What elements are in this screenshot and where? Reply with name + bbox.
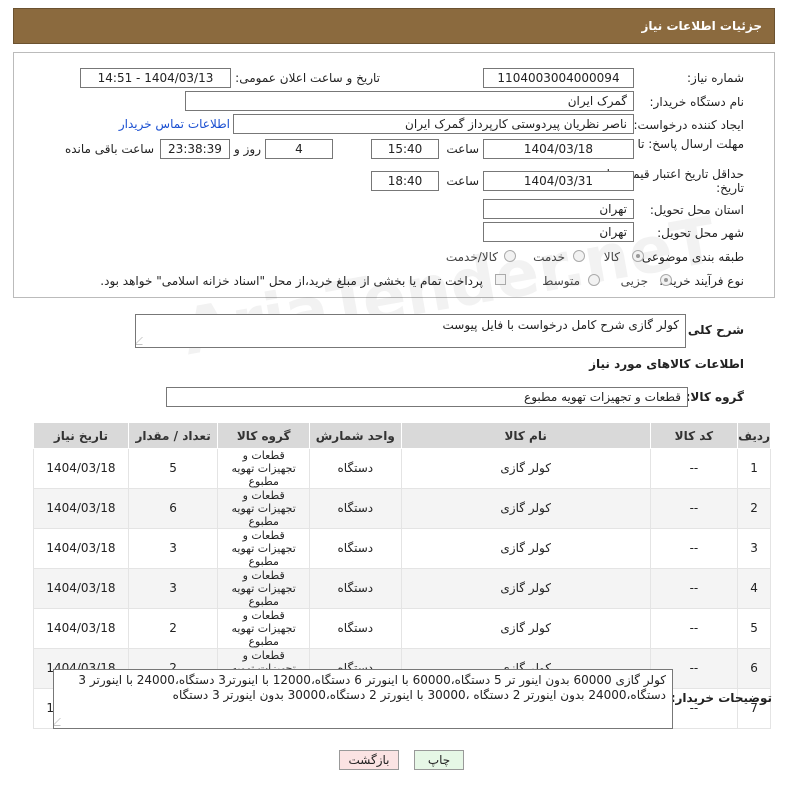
back-button[interactable]: بازگشت — [339, 750, 399, 770]
deadline-time-field: 15:40 — [371, 139, 439, 159]
summary-textarea: کولر گازی شرح کامل درخواست با فایل پیوست — [135, 314, 686, 348]
cell-unit: دستگاه — [309, 528, 402, 569]
cell-unit: دستگاه — [309, 448, 402, 489]
validity-date-field: 1404/03/31 — [483, 171, 634, 191]
col-date: تاریخ نیاز — [33, 422, 129, 449]
province-label: استان محل تحویل: — [649, 203, 744, 217]
page-header: جزئیات اطلاعات نیاز — [13, 8, 775, 44]
announce-field: 1404/03/13 - 14:51 — [80, 68, 231, 88]
cell-group: قطعات و تجهیزات تهویه مطبوع — [217, 488, 310, 529]
cell-name: کولر گازی — [400, 488, 651, 529]
category-radio-goods-service[interactable] — [504, 250, 516, 262]
cell-name: کولر گازی — [400, 528, 651, 569]
cell-quantity: 2 — [127, 608, 219, 649]
print-button[interactable]: چاپ — [414, 750, 464, 770]
process-radio-medium[interactable] — [588, 274, 600, 286]
cell-code: -- — [649, 528, 739, 569]
table-header-row: ردیف کد کالا نام کالا واحد شمارش گروه کا… — [33, 422, 771, 449]
cell-unit: دستگاه — [309, 608, 402, 649]
city-label: شهر محل تحویل: — [657, 226, 744, 240]
deadline-date-field: 1404/03/18 — [483, 139, 634, 159]
cell-quantity: 5 — [127, 448, 219, 489]
buyer-contact-link[interactable]: اطلاعات تماس خریدار — [119, 117, 230, 131]
cell-quantity: 3 — [127, 568, 219, 609]
resize-grip[interactable] — [54, 718, 68, 726]
buyer-notes-label: توضیحات خریدار: — [670, 691, 772, 705]
cell-date: 1404/03/18 — [33, 568, 129, 609]
col-group: گروه کالا — [217, 422, 310, 449]
category-option-service: خدمت — [533, 250, 565, 264]
table-row: 3 -- کولر گازی دستگاه قطعات و تجهیزات تهویه … — [33, 528, 771, 569]
cell-unit: دستگاه — [309, 488, 402, 529]
category-option-goods-service: کالا/خدمت — [445, 250, 498, 264]
category-option-goods: کالا — [603, 250, 620, 264]
cell-date: 1404/03/18 — [33, 608, 129, 649]
cell-name: کولر گازی — [400, 568, 651, 609]
process-option-small: جزیی — [620, 274, 648, 288]
cell-date: 1404/03/18 — [33, 488, 129, 529]
treasury-payment-note: پرداخت تمام یا بخشی از مبلغ خرید،از محل … — [100, 274, 483, 288]
process-option-medium: متوسط — [542, 274, 580, 288]
resize-grip[interactable] — [136, 337, 150, 345]
cell-row: 2 — [737, 488, 771, 529]
table-row: 1 -- کولر گازی دستگاه قطعات و تجهیزات تهویه … — [33, 448, 771, 489]
requester-field: ناصر نظریان پیردوستی کارپرداز گمرک ایران — [233, 114, 634, 134]
cell-group: قطعات و تجهیزات تهویه مطبوع — [217, 608, 310, 649]
cell-row: 1 — [737, 448, 771, 489]
cell-row: 5 — [737, 608, 771, 649]
summary-text: کولر گازی شرح کامل درخواست با فایل پیوست — [442, 318, 680, 332]
col-name: نام کالا — [400, 422, 651, 449]
time-remaining-field: 23:38:39 — [160, 139, 230, 159]
buyer-notes-text: کولر گازی 60000 بدون اینور تر 5 دستگاه،6… — [78, 673, 666, 702]
cell-date: 1404/03/18 — [33, 528, 129, 569]
province-field: تهران — [483, 199, 634, 219]
cell-unit: دستگاه — [309, 568, 402, 609]
col-code: کد کالا — [649, 422, 739, 449]
category-radio-service[interactable] — [573, 250, 585, 262]
days-remaining-field: 4 — [265, 139, 333, 159]
cell-name: کولر گازی — [400, 448, 651, 489]
col-quantity: تعداد / مقدار — [127, 422, 219, 449]
cell-row: 3 — [737, 528, 771, 569]
cell-code: -- — [649, 608, 739, 649]
table-row: 2 -- کولر گازی دستگاه قطعات و تجهیزات تهویه … — [33, 488, 771, 529]
process-radio-small[interactable] — [660, 274, 672, 286]
cell-name: کولر گازی — [400, 608, 651, 649]
cell-row: 6 — [737, 648, 771, 689]
treasury-payment-checkbox[interactable] — [495, 274, 506, 285]
need-number-label: شماره نیاز: — [687, 71, 744, 85]
category-radio-goods[interactable] — [632, 250, 644, 262]
validity-time-label: ساعت — [446, 174, 479, 188]
cell-quantity: 6 — [127, 488, 219, 529]
cell-date: 1404/03/18 — [33, 448, 129, 489]
city-field: تهران — [483, 222, 634, 242]
need-number-field: 1104003004000094 — [483, 68, 634, 88]
buyer-org-field: گمرک ایران — [185, 91, 634, 111]
buyer-notes-textarea: کولر گازی 60000 بدون اینور تر 5 دستگاه،6… — [53, 669, 673, 729]
table-row: 5 -- کولر گازی دستگاه قطعات و تجهیزات تهویه … — [33, 608, 771, 649]
buyer-org-label: نام دستگاه خریدار: — [649, 95, 745, 109]
cell-quantity: 3 — [127, 528, 219, 569]
days-label: روز و — [234, 142, 261, 156]
category-label: طبقه بندی موضوعی: — [637, 250, 744, 264]
cell-row: 4 — [737, 568, 771, 609]
col-row: ردیف — [737, 422, 771, 449]
deadline-time-label: ساعت — [446, 142, 479, 156]
cell-code: -- — [649, 448, 739, 489]
announce-label: تاریخ و ساعت اعلان عمومی: — [235, 71, 380, 85]
time-remaining-label: ساعت باقی مانده — [64, 142, 154, 156]
page-title: جزئیات اطلاعات نیاز — [641, 19, 762, 33]
validity-time-field: 18:40 — [371, 171, 439, 191]
cell-code: -- — [649, 488, 739, 529]
col-unit: واحد شمارش — [309, 422, 402, 449]
table-row: 4 -- کولر گازی دستگاه قطعات و تجهیزات تهویه … — [33, 568, 771, 609]
goods-group-label: گروه کالا: — [685, 390, 744, 404]
cell-code: -- — [649, 568, 739, 609]
cell-group: قطعات و تجهیزات تهویه مطبوع — [217, 448, 310, 489]
cell-group: قطعات و تجهیزات تهویه مطبوع — [217, 568, 310, 609]
requester-label: ایجاد کننده درخواست: — [633, 118, 744, 132]
goods-section-title: اطلاعات کالاهای مورد نیاز — [589, 357, 744, 371]
cell-group: قطعات و تجهیزات تهویه مطبوع — [217, 528, 310, 569]
goods-group-field: قطعات و تجهیزات تهویه مطبوع — [166, 387, 688, 407]
